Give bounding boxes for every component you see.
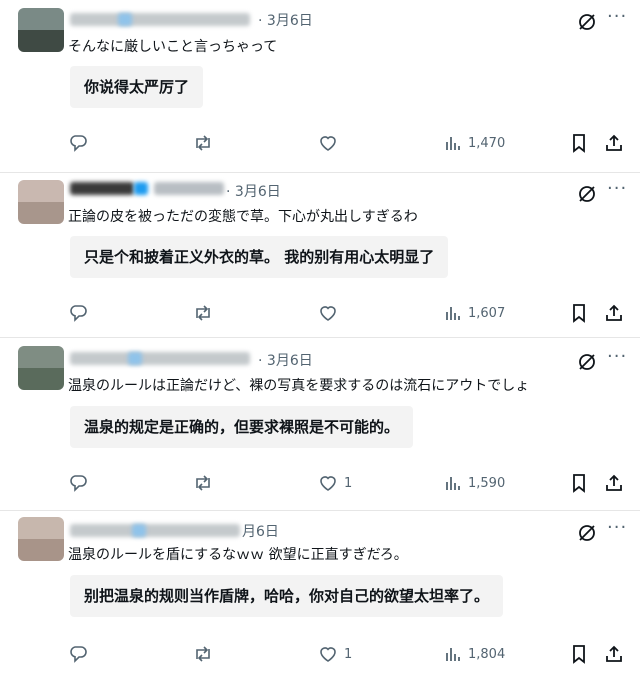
handle-blurred[interactable] <box>154 182 224 195</box>
post-text: 温泉のルールは正論だけど、裸の写真を要求するのは流石にアウトでしょ <box>68 378 530 394</box>
share-icon <box>606 134 622 151</box>
repost-icon <box>196 646 210 662</box>
post: 月6日 ··· 温泉のルールを盾にするなｗｗ 欲望に正直すぎだろ。 别把温泉的规… <box>0 511 640 673</box>
share-button[interactable] <box>604 302 624 324</box>
reply-icon <box>70 135 87 152</box>
post-text: そんなに厳しいこと言っちゃって <box>68 39 278 55</box>
like-button[interactable] <box>318 302 344 324</box>
post: · 3月6日 ··· 正論の皮を被っただの変態で草。下心が丸出しすぎるわ 只是个… <box>0 173 640 337</box>
grok-icon[interactable] <box>576 522 598 544</box>
views-button[interactable]: 1,804 <box>444 643 505 665</box>
bookmark-icon <box>573 645 585 664</box>
reply-button[interactable] <box>68 132 88 154</box>
view-count: 1,804 <box>468 646 506 662</box>
bookmark-icon <box>573 304 585 323</box>
post-date[interactable]: 月6日 <box>242 521 279 541</box>
post-date[interactable]: · 3月6日 <box>258 10 313 30</box>
post-date[interactable]: · 3月6日 <box>226 181 281 201</box>
verified-badge-blurred <box>134 182 148 195</box>
bookmark-icon <box>573 134 585 153</box>
translation-text: 温泉的规定是正确的，但要求裸照是不可能的。 <box>70 406 414 448</box>
bookmark-button[interactable] <box>570 472 588 494</box>
post-text: 温泉のルールを盾にするなｗｗ 欲望に正直すぎだろ。 <box>68 547 408 563</box>
post-date[interactable]: · 3月6日 <box>258 350 313 370</box>
bookmark-icon <box>573 474 585 493</box>
avatar[interactable] <box>18 346 64 390</box>
bookmark-button[interactable] <box>570 132 588 154</box>
like-count: 1 <box>344 646 353 662</box>
more-icon[interactable]: ··· <box>607 517 627 538</box>
translation-text: 你说得太严厉了 <box>70 66 204 108</box>
bookmark-button[interactable] <box>570 302 588 324</box>
like-button[interactable] <box>318 132 344 154</box>
repost-icon <box>196 305 210 321</box>
repost-button[interactable] <box>192 132 214 154</box>
views-icon <box>446 307 460 320</box>
translation-text: 只是个和披着正义外衣的草。 我的别有用心太明显了 <box>70 236 449 278</box>
share-icon <box>606 645 622 662</box>
verified-badge-blurred <box>128 352 142 365</box>
views-icon <box>446 648 460 661</box>
reply-icon <box>70 646 87 663</box>
repost-icon <box>196 135 210 151</box>
like-button[interactable]: 1 <box>318 472 352 494</box>
view-count: 1,470 <box>468 135 506 151</box>
avatar[interactable] <box>18 517 64 561</box>
views-button[interactable]: 1,470 <box>444 132 505 154</box>
grok-icon[interactable] <box>576 11 598 33</box>
share-button[interactable] <box>604 643 624 665</box>
repost-button[interactable] <box>192 472 214 494</box>
reply-button[interactable] <box>68 302 88 324</box>
repost-icon <box>196 475 210 491</box>
reply-button[interactable] <box>68 472 88 494</box>
more-icon[interactable]: ··· <box>607 6 627 27</box>
heart-icon <box>320 136 336 151</box>
reply-button[interactable] <box>68 643 88 665</box>
views-button[interactable]: 1,590 <box>444 472 505 494</box>
verified-badge-blurred <box>118 13 132 26</box>
username-blurred[interactable] <box>70 182 134 195</box>
share-button[interactable] <box>604 472 624 494</box>
repost-button[interactable] <box>192 643 214 665</box>
translation-text: 别把温泉的规则当作盾牌，哈哈，你对自己的欲望太坦率了。 <box>70 575 504 617</box>
share-icon <box>606 304 622 321</box>
verified-badge-blurred <box>132 524 146 537</box>
heart-icon <box>320 306 336 321</box>
username-blurred[interactable] <box>70 13 250 26</box>
grok-icon[interactable] <box>576 183 598 205</box>
heart-icon <box>320 647 336 662</box>
more-icon[interactable]: ··· <box>607 178 627 199</box>
views-icon <box>446 137 460 150</box>
views-button[interactable]: 1,607 <box>444 302 505 324</box>
like-button[interactable]: 1 <box>318 643 352 665</box>
more-icon[interactable]: ··· <box>607 346 627 367</box>
post: · 3月6日 ··· 温泉のルールは正論だけど、裸の写真を要求するのは流石にアウ… <box>0 338 640 510</box>
reply-icon <box>70 475 87 492</box>
bookmark-button[interactable] <box>570 643 588 665</box>
avatar[interactable] <box>18 8 64 52</box>
reply-icon <box>70 305 87 322</box>
share-button[interactable] <box>604 132 624 154</box>
post-text: 正論の皮を被っただの変態で草。下心が丸出しすぎるわ <box>68 209 418 225</box>
view-count: 1,607 <box>468 305 506 321</box>
view-count: 1,590 <box>468 475 506 491</box>
views-icon <box>446 477 460 490</box>
avatar[interactable] <box>18 180 64 224</box>
like-count: 1 <box>344 475 353 491</box>
username-blurred[interactable] <box>70 524 240 537</box>
repost-button[interactable] <box>192 302 214 324</box>
share-icon <box>606 474 622 491</box>
username-blurred[interactable] <box>70 352 250 365</box>
grok-icon[interactable] <box>576 351 598 373</box>
post: · 3月6日 ··· そんなに厳しいこと言っちゃって 你说得太严厉了 1,470 <box>0 0 640 172</box>
heart-icon <box>320 476 336 491</box>
